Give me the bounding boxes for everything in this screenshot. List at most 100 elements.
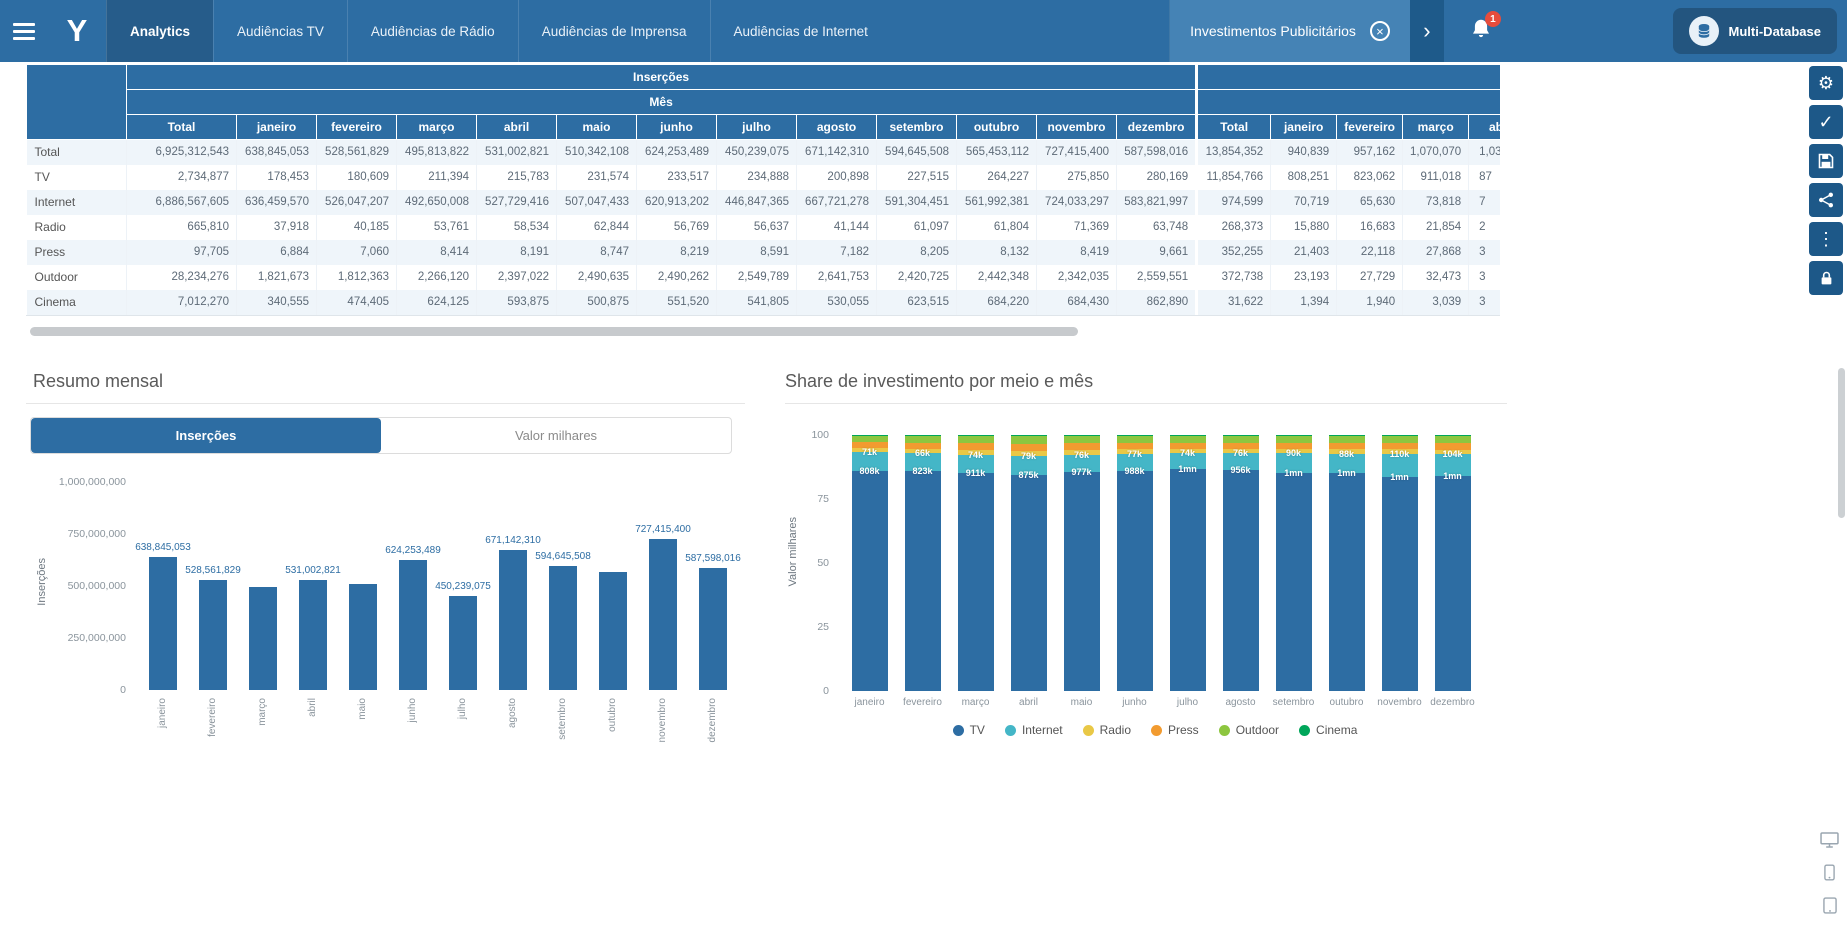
- settings-button[interactable]: ⚙: [1809, 66, 1843, 100]
- bar-agosto[interactable]: [499, 550, 527, 690]
- stack-segment-cinema-maio[interactable]: [1064, 435, 1100, 436]
- stack-segment-tv-fevereiro[interactable]: [905, 471, 941, 691]
- column-header-junho[interactable]: junho: [637, 115, 717, 140]
- chevron-right-icon[interactable]: ›: [1410, 0, 1444, 62]
- stack-segment-tv-maio[interactable]: [1064, 472, 1100, 691]
- bar-outubro[interactable]: [599, 572, 627, 690]
- stack-segment-cinema-fevereiro[interactable]: [905, 435, 941, 436]
- segment-label: 110k: [1375, 449, 1425, 459]
- horizontal-scrollbar[interactable]: [30, 327, 1078, 336]
- nav-item-audiencias-de-radio[interactable]: Audiências de Rádio: [347, 0, 518, 62]
- measure-tab-valor-milhares[interactable]: Valor milhares: [381, 418, 731, 453]
- stack-segment-outdoor-dezembro[interactable]: [1435, 436, 1471, 444]
- app-logo[interactable]: Y: [48, 0, 106, 62]
- bar-janeiro[interactable]: [149, 557, 177, 690]
- pivot-table-container[interactable]: InserçõesMêsTotaljaneirofevereiromarçoab…: [26, 64, 1500, 316]
- column-header-fevereiro-2[interactable]: fevereiro: [1337, 115, 1403, 140]
- stack-segment-tv-junho[interactable]: [1117, 471, 1153, 691]
- notifications-button[interactable]: 1: [1444, 0, 1518, 62]
- stack-segment-outdoor-maio[interactable]: [1064, 436, 1100, 444]
- stack-segment-outdoor-agosto[interactable]: [1223, 436, 1259, 443]
- bar-setembro[interactable]: [549, 566, 577, 690]
- more-button[interactable]: ⋮: [1809, 222, 1843, 256]
- table-cell: 352,255: [1197, 240, 1271, 265]
- legend-item-tv[interactable]: TV: [953, 723, 985, 737]
- column-header-julho[interactable]: julho: [717, 115, 797, 140]
- mobile-preview-button[interactable]: [1824, 864, 1835, 886]
- stack-segment-tv-julho[interactable]: [1170, 469, 1206, 691]
- stack-segment-cinema-novembro[interactable]: [1382, 435, 1418, 436]
- column-header-dezembro[interactable]: dezembro: [1117, 115, 1197, 140]
- stack-segment-cinema-abril[interactable]: [1011, 435, 1047, 436]
- bar-junho[interactable]: [399, 560, 427, 690]
- stack-segment-cinema-agosto[interactable]: [1223, 435, 1259, 436]
- column-header-setembro[interactable]: setembro: [877, 115, 957, 140]
- stack-segment-outdoor-abril[interactable]: [1011, 436, 1047, 444]
- column-header-novembro[interactable]: novembro: [1037, 115, 1117, 140]
- stack-segment-outdoor-janeiro[interactable]: [852, 435, 888, 441]
- bar-maio[interactable]: [349, 584, 377, 690]
- stack-segment-outdoor-setembro[interactable]: [1276, 436, 1312, 443]
- column-header-maio[interactable]: maio: [557, 115, 637, 140]
- bar-dezembro[interactable]: [699, 568, 727, 690]
- table-cell: 2,342,035: [1037, 265, 1117, 290]
- table-cell: 591,304,451: [877, 190, 957, 215]
- stack-segment-outdoor-novembro[interactable]: [1382, 436, 1418, 443]
- nav-item-audiencias-de-imprensa[interactable]: Audiências de Imprensa: [518, 0, 710, 62]
- bar-fevereiro[interactable]: [199, 580, 227, 690]
- desktop-preview-button[interactable]: [1820, 832, 1839, 853]
- hamburger-menu-icon[interactable]: [0, 0, 48, 62]
- stack-segment-cinema-marco[interactable]: [958, 435, 994, 436]
- tab-investimentos-publicitarios[interactable]: Investimentos Publicitários ×: [1169, 0, 1410, 62]
- stack-segment-cinema-junho[interactable]: [1117, 435, 1153, 436]
- bar-abril[interactable]: [299, 580, 327, 690]
- legend-item-cinema[interactable]: Cinema: [1299, 723, 1357, 737]
- column-header-fevereiro[interactable]: fevereiro: [317, 115, 397, 140]
- stack-segment-outdoor-julho[interactable]: [1170, 436, 1206, 443]
- legend-item-outdoor[interactable]: Outdoor: [1219, 723, 1279, 737]
- stack-segment-cinema-julho[interactable]: [1170, 435, 1206, 436]
- column-header-marco[interactable]: março: [397, 115, 477, 140]
- legend-item-internet[interactable]: Internet: [1005, 723, 1063, 737]
- stack-segment-tv-dezembro[interactable]: [1435, 476, 1471, 691]
- stack-segment-outdoor-outubro[interactable]: [1329, 436, 1365, 443]
- bar-marco[interactable]: [249, 587, 277, 690]
- legend-item-radio[interactable]: Radio: [1083, 723, 1131, 737]
- column-header-outubro[interactable]: outubro: [957, 115, 1037, 140]
- stack-segment-tv-janeiro[interactable]: [852, 471, 888, 691]
- nav-item-analytics[interactable]: Analytics: [106, 0, 213, 62]
- column-header-janeiro-2[interactable]: janeiro: [1271, 115, 1337, 140]
- stack-segment-outdoor-fevereiro[interactable]: [905, 436, 941, 443]
- stack-segment-tv-agosto[interactable]: [1223, 470, 1259, 691]
- stack-segment-outdoor-marco[interactable]: [958, 436, 994, 444]
- measure-tab-insercoes[interactable]: Inserções: [31, 418, 381, 453]
- vertical-scrollbar[interactable]: [1838, 368, 1845, 518]
- tablet-preview-button[interactable]: [1823, 897, 1837, 919]
- bar-julho[interactable]: [449, 596, 477, 690]
- column-header-abril-2[interactable]: abril: [1469, 115, 1500, 140]
- column-header-abril[interactable]: abril: [477, 115, 557, 140]
- column-header-marco-2[interactable]: março: [1403, 115, 1469, 140]
- column-header-agosto[interactable]: agosto: [797, 115, 877, 140]
- stack-segment-outdoor-junho[interactable]: [1117, 436, 1153, 443]
- nav-item-audiencias-de-internet[interactable]: Audiências de Internet: [710, 0, 891, 62]
- share-button[interactable]: [1809, 183, 1843, 217]
- column-header-janeiro[interactable]: janeiro: [237, 115, 317, 140]
- nav-item-audiencias-tv[interactable]: Audiências TV: [213, 0, 347, 62]
- lock-button[interactable]: [1809, 261, 1843, 295]
- database-selector[interactable]: Multi-Database: [1673, 8, 1837, 54]
- stack-segment-tv-novembro[interactable]: [1382, 477, 1418, 691]
- stack-segment-tv-marco[interactable]: [958, 473, 994, 691]
- stack-segment-cinema-dezembro[interactable]: [1435, 435, 1471, 436]
- stack-segment-tv-abril[interactable]: [1011, 475, 1047, 691]
- stack-segment-cinema-outubro[interactable]: [1329, 435, 1365, 436]
- stack-segment-tv-outubro[interactable]: [1329, 473, 1365, 691]
- legend-item-press[interactable]: Press: [1151, 723, 1199, 737]
- confirm-button[interactable]: ✓: [1809, 105, 1843, 139]
- column-header-total[interactable]: Total: [127, 115, 237, 140]
- stack-segment-tv-setembro[interactable]: [1276, 473, 1312, 691]
- close-icon[interactable]: ×: [1370, 21, 1390, 41]
- column-header-total-2[interactable]: Total: [1197, 115, 1271, 140]
- save-button[interactable]: [1809, 144, 1843, 178]
- stack-segment-cinema-setembro[interactable]: [1276, 435, 1312, 436]
